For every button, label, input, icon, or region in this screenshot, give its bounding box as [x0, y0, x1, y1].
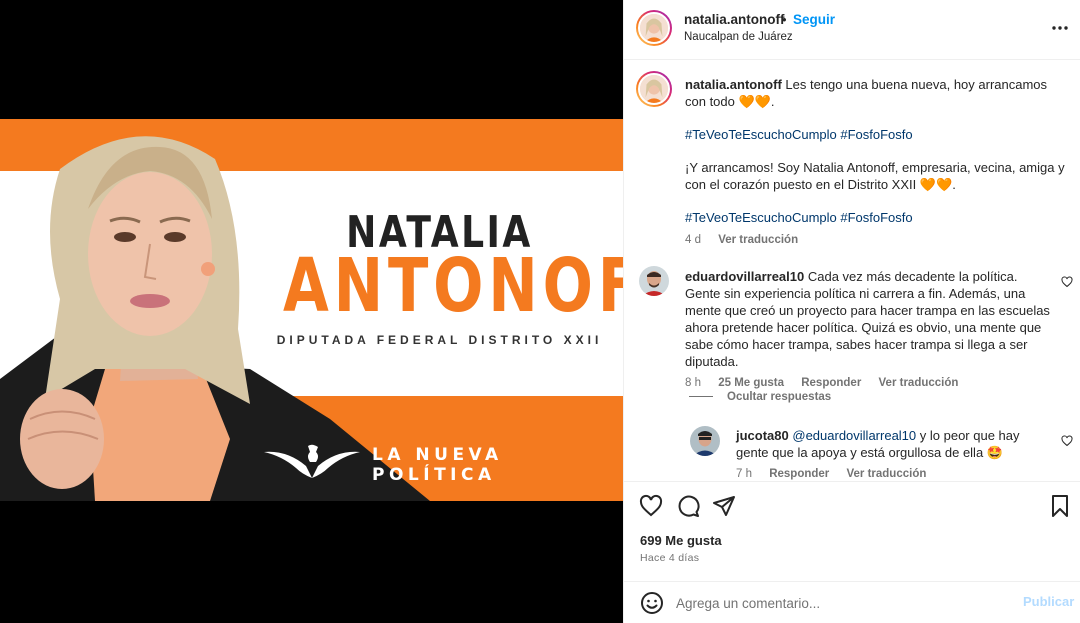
comment-username[interactable]: eduardovillarreal10 [685, 269, 804, 284]
comment-likes[interactable]: 25 Me gusta [718, 377, 784, 389]
separator-dot: • [782, 12, 787, 27]
caption-username[interactable]: natalia.antonoff [685, 77, 782, 92]
post-media[interactable]: NATALIA ANTONOFF DIPUTADA FEDERAL DISTRI… [0, 0, 623, 623]
emoji-icon[interactable] [640, 591, 664, 615]
post-location[interactable]: Naucalpan de Juárez [684, 31, 793, 43]
hide-replies-line [689, 396, 713, 398]
author-photo [640, 14, 668, 42]
caption-time[interactable]: 4 d [685, 234, 701, 246]
comment-icon[interactable] [676, 494, 700, 518]
comment-input[interactable] [676, 590, 1006, 616]
caption-hashtags-1[interactable]: #TeVeoTeEscuchoCumplo #FosfoFosfo [685, 126, 1065, 143]
reply-reply-button[interactable]: Responder [769, 468, 829, 480]
banner-last-name: ANTONOFF [283, 243, 623, 329]
post-details-panel: natalia.antonoff • Seguir Naucalpan de J… [623, 0, 1080, 623]
comment-meta: 8 h 25 Me gusta Responder Ver traducción [685, 377, 1050, 389]
comments-section[interactable]: natalia.antonoff Les tengo una buena nue… [624, 61, 1080, 481]
campaign-banner: NATALIA ANTONOFF DIPUTADA FEDERAL DISTRI… [0, 119, 623, 501]
reply-avatar[interactable] [690, 426, 720, 456]
commenter-photo [639, 266, 669, 296]
comment-time[interactable]: 8 h [685, 377, 701, 389]
comment-translate-button[interactable]: Ver traducción [879, 377, 959, 389]
comment-reply-button[interactable]: Responder [801, 377, 861, 389]
caption-meta: 4 d Ver traducción [685, 232, 1065, 249]
reply-time[interactable]: 7 h [736, 468, 752, 480]
caption-translate-button[interactable]: Ver traducción [718, 234, 798, 246]
heart-icon[interactable] [639, 494, 663, 518]
hide-replies-label: Ocultar respuestas [727, 391, 832, 403]
likes-count[interactable]: 699 Me gusta [640, 533, 722, 548]
reply-like-heart-icon[interactable] [1061, 435, 1073, 447]
bookmark-icon[interactable] [1048, 494, 1072, 518]
caption-avatar[interactable] [636, 71, 672, 107]
banner-slogan: LA NUEVA POLÍTICA [372, 445, 503, 485]
reply-author-photo [690, 426, 720, 456]
reply-meta: 7 h Responder Ver traducción [736, 468, 1051, 480]
reply-username[interactable]: jucota80 [736, 428, 789, 443]
author-avatar[interactable] [636, 10, 672, 46]
post-header: natalia.antonoff • Seguir Naucalpan de J… [624, 0, 1080, 60]
caption-paragraph-2: ¡Y arrancamos! Soy Natalia Antonoff, emp… [685, 160, 1065, 192]
add-comment-bar: Publicar [624, 581, 1080, 623]
banner-subtitle: DIPUTADA FEDERAL DISTRITO XXII [276, 333, 603, 347]
hide-replies-button[interactable]: Ocultar respuestas [689, 391, 831, 403]
commenter-avatar[interactable] [639, 266, 669, 296]
post-actions: 699 Me gusta Hace 4 días [624, 481, 1080, 581]
party-logo-icon [264, 444, 360, 478]
comment-text: Cada vez más decadente la política. Gent… [685, 269, 1050, 369]
comment-item: eduardovillarreal10 Cada vez más decaden… [685, 268, 1050, 389]
publish-button[interactable]: Publicar [1023, 594, 1074, 609]
follow-button[interactable]: Seguir [793, 12, 835, 27]
reply-item: jucota80 @eduardovillarreal10 y lo peor … [736, 427, 1051, 480]
reply-mention[interactable]: @eduardovillarreal10 [792, 428, 916, 443]
caption-author-photo [640, 75, 668, 103]
comment-like-heart-icon[interactable] [1061, 276, 1073, 288]
post-date[interactable]: Hace 4 días [640, 552, 699, 564]
reply-translate-button[interactable]: Ver traducción [846, 468, 926, 480]
author-username[interactable]: natalia.antonoff [684, 12, 785, 27]
post-caption: natalia.antonoff Les tengo una buena nue… [685, 76, 1065, 249]
caption-hashtags-2[interactable]: #TeVeoTeEscuchoCumplo #FosfoFosfo [685, 209, 1065, 226]
more-icon[interactable] [1050, 18, 1070, 38]
share-icon[interactable] [712, 494, 736, 518]
